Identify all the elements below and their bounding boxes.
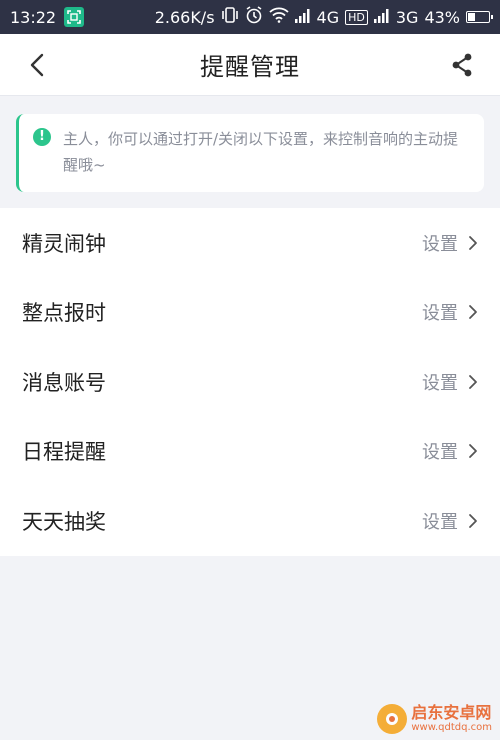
settings-link-label: 设置 — [422, 233, 458, 255]
wifi-icon — [268, 7, 289, 27]
scan-icon — [64, 7, 85, 27]
reminder-list: 精灵闹钟 设置 整点报时 设置 消息账号 设置 日程提醒 设置 天天抽奖 设置 — [0, 208, 500, 556]
watermark-logo-icon — [377, 704, 408, 734]
info-icon: ! — [33, 128, 51, 146]
share-button[interactable] — [442, 45, 482, 85]
page-title: 提醒管理 — [200, 53, 300, 81]
network-speed: 2.66K/s — [154, 7, 215, 27]
list-item-message-account[interactable]: 消息账号 设置 — [0, 347, 500, 417]
settings-link-label: 设置 — [422, 442, 458, 464]
list-item-action: 设置 — [422, 438, 478, 464]
chevron-right-icon — [469, 305, 477, 320]
list-item-action: 设置 — [422, 230, 478, 256]
list-item-daily-lottery[interactable]: 天天抽奖 设置 — [0, 486, 500, 556]
list-item-label: 日程提醒 — [22, 440, 106, 465]
vibrate-icon — [221, 7, 239, 27]
settings-link-label: 设置 — [422, 303, 458, 325]
watermark-url: www.qdtdq.com — [411, 722, 492, 733]
status-bar: 13:22 2.66K/s 4G HD 3G 43% — [0, 0, 500, 34]
battery-fill — [468, 13, 476, 21]
signal-icon-2 — [373, 8, 390, 27]
info-notice: ! 主人，你可以通过打开/关闭以下设置，来控制音响的主动提醒哦~ — [16, 114, 484, 192]
chevron-right-icon — [469, 374, 477, 389]
hd-badge: HD — [345, 9, 368, 25]
list-item-label: 消息账号 — [22, 370, 106, 395]
chevron-right-icon — [469, 444, 477, 459]
list-item-action: 设置 — [422, 299, 478, 325]
list-item-schedule-reminder[interactable]: 日程提醒 设置 — [0, 417, 500, 487]
status-time: 13:22 — [10, 7, 57, 27]
chevron-right-icon — [469, 235, 477, 250]
status-right: 2.66K/s 4G HD 3G 43% — [154, 6, 493, 28]
watermark: 启东安卓网 www.qdtdq.com — [377, 704, 492, 734]
network-type-2: 3G — [395, 7, 419, 27]
notice-text: 主人，你可以通过打开/关闭以下设置，来控制音响的主动提醒哦~ — [63, 130, 459, 174]
app-bar: 提醒管理 — [0, 34, 500, 96]
chevron-right-icon — [469, 513, 477, 528]
status-left: 13:22 — [10, 7, 85, 27]
watermark-text: 启东安卓网 www.qdtdq.com — [411, 705, 492, 733]
signal-icon — [294, 8, 311, 27]
list-item-action: 设置 — [422, 508, 478, 534]
list-item-label: 天天抽奖 — [22, 509, 106, 534]
battery-icon — [466, 11, 493, 23]
watermark-title: 启东安卓网 — [411, 703, 492, 722]
alarm-icon — [245, 6, 263, 28]
battery-percent: 43% — [424, 7, 460, 27]
chevron-left-icon — [30, 53, 44, 76]
settings-link-label: 设置 — [422, 511, 458, 533]
list-item-hourly-chime[interactable]: 整点报时 设置 — [0, 278, 500, 348]
list-item-label: 整点报时 — [22, 301, 106, 326]
list-item-action: 设置 — [422, 369, 478, 395]
settings-link-label: 设置 — [422, 372, 458, 394]
list-item-alarm[interactable]: 精灵闹钟 设置 — [0, 208, 500, 278]
network-type-1: 4G — [316, 7, 340, 27]
share-icon — [452, 53, 472, 76]
back-button[interactable] — [18, 45, 58, 85]
list-item-label: 精灵闹钟 — [22, 231, 106, 256]
